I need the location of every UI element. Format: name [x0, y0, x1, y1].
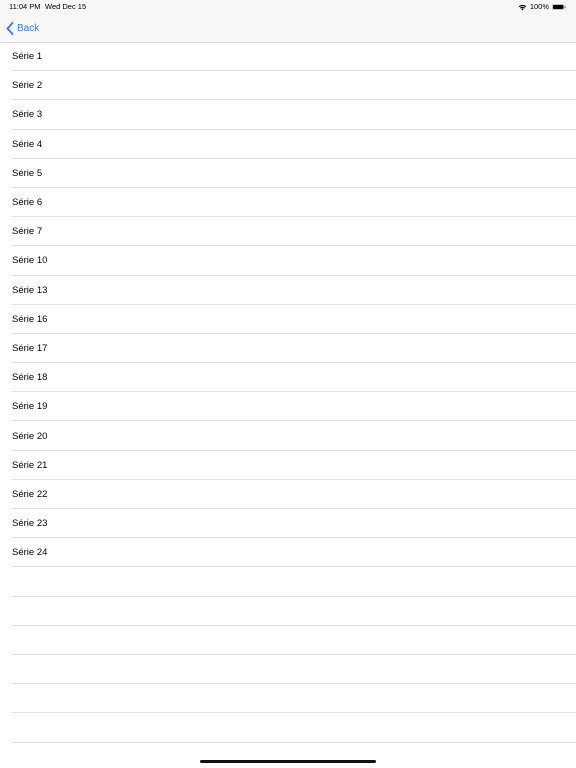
empty-row	[0, 597, 576, 626]
top-chrome: 11:04 PM Wed Dec 15 100% Back	[0, 0, 576, 43]
wifi-icon	[518, 4, 527, 10]
list-item-label: Série 3	[12, 109, 43, 121]
list-item[interactable]: Série 19	[0, 392, 576, 422]
list-item[interactable]: Série 22	[0, 480, 576, 510]
empty-row	[0, 655, 576, 685]
list-item-label: Série 2	[12, 80, 43, 92]
list-item-label: Série 24	[12, 547, 48, 559]
chevron-left-icon	[6, 21, 14, 35]
list-item[interactable]: Série 3	[0, 100, 576, 130]
empty-row	[0, 626, 576, 656]
empty-row	[0, 567, 576, 597]
list-item[interactable]: Série 17	[0, 334, 576, 364]
series-list: Série 1 Série 2 Série 3 Série 4 Série 5 …	[0, 42, 576, 743]
list-item[interactable]: Série 1	[0, 42, 576, 72]
list-item-label: Série 1	[12, 51, 43, 63]
list-item[interactable]: Série 21	[0, 451, 576, 481]
list-item[interactable]: Série 10	[0, 246, 576, 276]
home-indicator[interactable]	[200, 760, 376, 763]
list-item-label: Série 6	[12, 197, 43, 209]
list-item-label: Série 17	[12, 342, 48, 354]
status-time: 11:04 PM	[9, 2, 41, 11]
list-item-label: Série 4	[12, 138, 43, 150]
empty-row	[0, 713, 576, 743]
list-item-label: Série 10	[12, 255, 48, 267]
list-item-label: Série 21	[12, 459, 48, 471]
list-item[interactable]: Série 13	[0, 276, 576, 305]
list-item[interactable]: Série 16	[0, 305, 576, 335]
list-item-label: Série 20	[12, 430, 48, 442]
list-item[interactable]: Série 24	[0, 538, 576, 568]
status-bar: 11:04 PM Wed Dec 15 100%	[0, 0, 576, 14]
list-item[interactable]: Série 5	[0, 159, 576, 189]
list-item-label: Série 22	[12, 488, 48, 500]
list-item[interactable]: Série 18	[0, 363, 576, 393]
status-date: Wed Dec 15	[45, 2, 87, 11]
list-item-label: Série 18	[12, 372, 48, 384]
list-item-label: Série 16	[12, 313, 48, 325]
battery-icon	[552, 4, 566, 10]
list-item[interactable]: Série 4	[0, 130, 576, 159]
status-indicators: 100%	[518, 0, 566, 14]
list-item[interactable]: Série 7	[0, 217, 576, 247]
screen: 11:04 PM Wed Dec 15 100% Back Série 1 Sé…	[0, 0, 576, 768]
list-item-label: Série 5	[12, 167, 43, 179]
list-item-label: Série 7	[12, 226, 43, 238]
empty-row	[0, 684, 576, 714]
back-label: Back	[17, 22, 40, 34]
navigation-bar: Back	[0, 14, 576, 42]
list-item[interactable]: Série 23	[0, 509, 576, 539]
list-item-label: Série 13	[12, 284, 48, 296]
list-item[interactable]: Série 20	[0, 421, 576, 451]
back-button[interactable]: Back	[6, 19, 39, 37]
list-item[interactable]: Série 6	[0, 188, 576, 218]
list-item-label: Série 19	[12, 401, 48, 413]
list-item-label: Série 23	[12, 518, 48, 530]
battery-percent: 100%	[529, 2, 549, 11]
list-item[interactable]: Série 2	[0, 71, 576, 101]
